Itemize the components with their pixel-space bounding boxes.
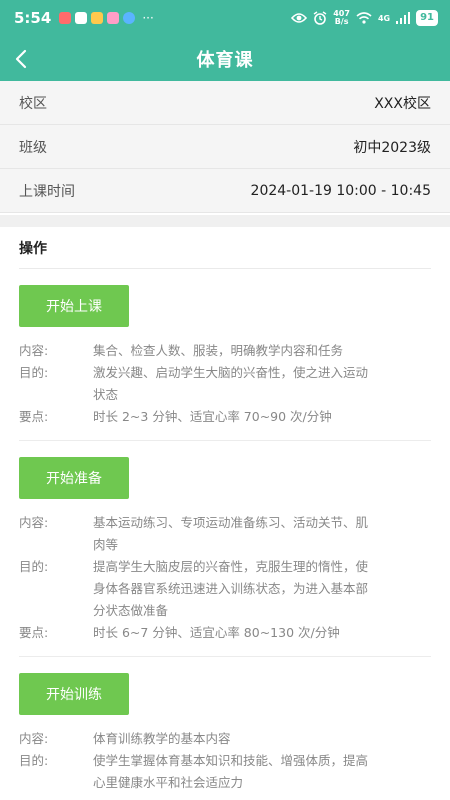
app-notification-icon [59,12,72,24]
chevron-left-icon [15,49,27,68]
class-info-section: 校区 XXX校区 班级 初中2023级 上课时间 2024-01-19 10:0… [0,81,450,213]
more-notifications-icon: ··· [142,11,154,25]
section-divider [0,215,450,227]
start-class-button[interactable]: 开始上课 [19,285,129,327]
page-title: 体育课 [196,49,254,71]
detail-points: 要点: 时长 2~3 分钟、适宜心率 70~90 次/分钟 [19,409,332,424]
operation-block-start-training: 开始训练 内容: 体育训练教学的基本内容 目的: 使学生掌握体育基本知识和技能、… [19,673,431,800]
start-training-button[interactable]: 开始训练 [19,673,129,715]
app-notification-icon [91,12,104,24]
net-speed: 407 B/s [333,9,350,26]
status-time: 5:54 [14,9,52,27]
operation-details: 内容: 体育训练教学的基本内容 目的: 使学生掌握体育基本知识和技能、增强体质，… [19,728,431,794]
detail-purpose: 目的: 使学生掌握体育基本知识和技能、增强体质，提高 心里健康水平和社会适应力 [19,753,369,790]
nav-bar: 体育课 [0,36,450,81]
detail-content: 内容: 体育训练教学的基本内容 [19,731,231,746]
operations-title: 操作 [19,227,431,269]
detail-points: 要点: 时长 6~7 分钟、适宜心率 80~130 次/分钟 [19,625,340,640]
info-row-time: 上课时间 2024-01-19 10:00 - 10:45 [0,169,450,213]
signal-type-label: 4G [377,13,391,23]
alarm-icon [313,11,327,25]
start-prep-button[interactable]: 开始准备 [19,457,129,499]
detail-purpose: 目的: 激发兴趣、启动学生大脑的兴奋性，使之进入运动 状态 [19,365,369,402]
detail-purpose: 目的: 提高学生大脑皮层的兴奋性，克服生理的惰性，使 身体各器官系统迅速进入训练… [19,559,369,618]
operation-details: 内容: 基本运动练习、专项运动准备练习、活动关节、肌 肉等 目的: 提高学生大脑… [19,512,431,644]
operation-details: 内容: 集合、检查人数、服装，明确教学内容和任务 目的: 激发兴趣、启动学生大脑… [19,340,431,428]
notification-icons: ··· [59,11,154,25]
detail-content: 内容: 基本运动练习、专项运动准备练习、活动关节、肌 肉等 [19,515,369,552]
detail-content: 内容: 集合、检查人数、服装，明确教学内容和任务 [19,343,344,358]
app-notification-icon [107,12,120,24]
time-value: 2024-01-19 10:00 - 10:45 [250,182,431,199]
info-row-class: 班级 初中2023级 [0,125,450,169]
eye-icon [291,13,308,23]
time-label: 上课时间 [19,183,75,200]
qq-notification-icon [75,12,88,24]
browser-notification-icon [123,12,136,24]
back-button[interactable] [14,36,44,81]
battery-indicator: 91 [416,10,438,26]
operation-block-start-class: 开始上课 内容: 集合、检查人数、服装，明确教学内容和任务 目的: 激发兴趣、启… [19,285,431,441]
campus-label: 校区 [19,95,47,112]
operation-block-start-prep: 开始准备 内容: 基本运动练习、专项运动准备练习、活动关节、肌 肉等 目的: 提… [19,457,431,657]
campus-value: XXX校区 [374,95,431,112]
class-label: 班级 [19,139,47,156]
info-row-campus: 校区 XXX校区 [0,81,450,125]
signal-icon [396,12,411,24]
wifi-icon [356,12,372,24]
status-indicators: 407 B/s 4G 91 [291,10,438,26]
operations-section: 操作 开始上课 内容: 集合、检查人数、服装，明确教学内容和任务 目的: 激发兴… [0,227,450,800]
status-bar: 5:54 ··· 407 B/s 4G 91 [0,0,450,36]
class-value: 初中2023级 [353,139,431,156]
